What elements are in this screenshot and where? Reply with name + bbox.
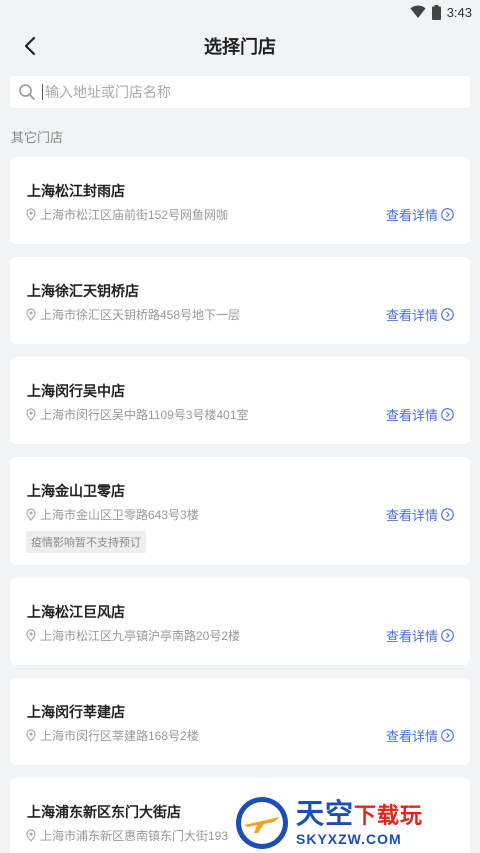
text-cursor [42,84,43,100]
store-list: 上海松江封雨店 上海市松江区庙前街152号网鱼网咖 查看详情 上海徐汇天钥桥店 … [10,157,470,853]
view-details-label: 查看详情 [385,408,438,423]
view-details-label: 查看详情 [385,208,438,223]
back-button[interactable] [14,30,46,62]
view-details-label: 查看详情 [385,508,438,523]
store-name: 上海松江封雨店 [27,183,125,199]
location-pin-icon [26,508,36,521]
store-address-text: 上海市闵行区莘建路168号2楼 [40,729,199,743]
store-card[interactable]: 上海闵行莘建店 上海市闵行区莘建路168号2楼 查看详情 [10,678,470,765]
chevron-right-circle-icon [441,308,454,321]
store-address-text: 上海市松江区庙前街152号网鱼网咖 [40,208,229,222]
search-input[interactable] [45,84,425,100]
chevron-right-circle-icon [441,629,454,642]
view-details-button[interactable]: 查看详情 [386,405,454,424]
watermark-cn-main: 天空 [296,798,355,829]
location-pin-icon [26,308,36,321]
watermark-cn: 天空下载玩 [296,799,423,831]
store-name: 上海浦东新区东门大街店 [27,804,181,820]
view-details-button[interactable]: 查看详情 [386,726,454,745]
store-card[interactable]: 上海松江巨风店 上海市松江区九亭镇沪亭南路20号2楼 查看详情 [10,578,470,665]
chevron-left-icon [24,36,36,56]
watermark-text: 天空下载玩 SKYXZW.COM [296,799,423,848]
view-details-button[interactable]: 查看详情 [386,205,454,224]
store-address: 上海市浦东新区惠南镇东门大街193 [26,827,228,844]
header: 选择门店 [0,24,480,68]
battery-icon [431,4,441,20]
chevron-right-circle-icon [441,208,454,221]
store-card[interactable]: 上海松江封雨店 上海市松江区庙前街152号网鱼网咖 查看详情 [10,157,470,244]
store-address: 上海市闵行区吴中路1109号3号楼401室 [26,406,249,423]
store-address: 上海市松江区九亭镇沪亭南路20号2楼 [26,627,240,644]
watermark-cn-accent: 下载玩 [354,803,424,828]
location-pin-icon [26,729,36,742]
store-name: 上海松江巨风店 [27,604,125,620]
status-time: 3:43 [446,4,472,20]
view-details-label: 查看详情 [385,729,438,744]
status-bar: 3:43 [0,0,480,24]
store-card[interactable]: 上海闵行吴中店 上海市闵行区吴中路1109号3号楼401室 查看详情 [10,357,470,444]
location-pin-icon [26,629,36,642]
view-details-button[interactable]: 查看详情 [386,305,454,324]
page-title: 选择门店 [204,37,276,57]
store-address-text: 上海市金山区卫零路643号3楼 [40,508,199,522]
store-address: 上海市金山区卫零路643号3楼 [26,506,199,523]
watermark-en: SKYXZW.COM [296,831,402,847]
view-details-label: 查看详情 [385,629,438,644]
location-pin-icon [26,408,36,421]
store-name: 上海金山卫零店 [27,483,125,499]
booking-notice-badge: 疫情影响暂不支持预订 [26,531,146,553]
location-pin-icon [26,829,36,842]
store-address-text: 上海市松江区九亭镇沪亭南路20号2楼 [40,629,241,643]
store-name: 上海徐汇天钥桥店 [27,283,139,299]
airplane-logo-icon [236,797,288,849]
store-name: 上海闵行吴中店 [27,383,125,399]
wifi-icon [410,5,426,19]
section-label: 其它门店 [11,130,64,145]
view-details-button[interactable]: 查看详情 [386,626,454,645]
store-address: 上海市徐汇区天钥桥路458号地下一层 [26,306,240,323]
chevron-right-circle-icon [441,508,454,521]
view-details-label: 查看详情 [385,308,438,323]
location-pin-icon [26,208,36,221]
store-name: 上海闵行莘建店 [27,704,125,720]
store-card[interactable]: 上海徐汇天钥桥店 上海市徐汇区天钥桥路458号地下一层 查看详情 [10,257,470,344]
store-address-text: 上海市徐汇区天钥桥路458号地下一层 [40,308,241,322]
chevron-right-circle-icon [441,729,454,742]
site-watermark: 天空下载玩 SKYXZW.COM [234,793,480,853]
search-bar[interactable] [10,76,470,108]
view-details-button[interactable]: 查看详情 [386,505,454,524]
chevron-right-circle-icon [441,408,454,421]
store-address-text: 上海市闵行区吴中路1109号3号楼401室 [40,408,249,422]
search-icon [18,83,36,101]
store-address-text: 上海市浦东新区惠南镇东门大街193 [40,829,229,843]
store-card[interactable]: 上海金山卫零店 上海市金山区卫零路643号3楼 查看详情 疫情影响暂不支持预订 [10,457,470,565]
store-address: 上海市松江区庙前街152号网鱼网咖 [26,206,228,223]
store-address: 上海市闵行区莘建路168号2楼 [26,727,199,744]
